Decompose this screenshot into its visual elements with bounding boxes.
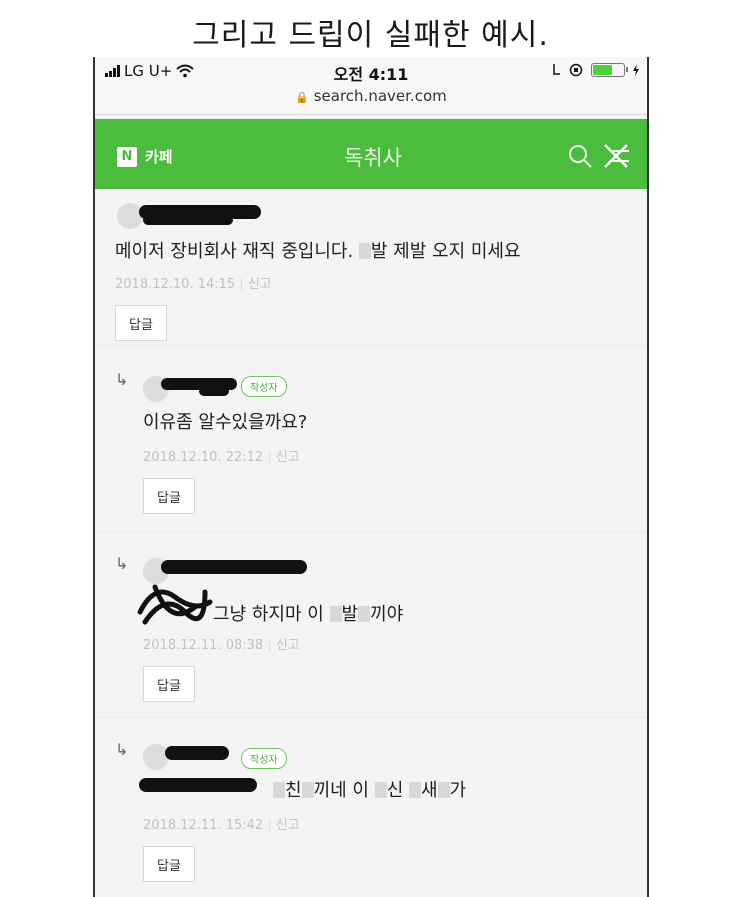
lock-icon: 🔒	[295, 91, 309, 104]
url-bar[interactable]: 🔒 search.naver.com	[95, 87, 647, 105]
search-icon[interactable]	[567, 143, 593, 169]
author-redaction	[165, 746, 229, 760]
reply-button[interactable]: 답글	[143, 666, 195, 702]
nav-icons	[567, 141, 631, 171]
comment-meta: 2018.12.11. 15:42 | 신고	[143, 818, 300, 833]
scribble-redaction	[137, 584, 213, 625]
comment-item: ↳ 작성자 친 끼네 이 신 새가 2018.12.11. 15:42 | 신고 …	[95, 718, 647, 897]
comment-text: 친 끼네 이 신 새가	[273, 776, 466, 802]
report-link[interactable]: 신고	[276, 818, 300, 833]
comment-item: ↳ 작성자 이유좀 알수있을까요? 2018.12.10. 22:12 | 신고…	[95, 346, 647, 532]
comment-item: 메이저 장비회사 재직 중입니다. 발 제발 오지 미세요 2018.12.10…	[95, 189, 647, 346]
close-icon[interactable]	[601, 141, 631, 171]
moon-icon	[553, 64, 560, 75]
status-bar: LG U+ 오전 4:11 🔒 search.naver.com	[95, 57, 647, 115]
report-link[interactable]: 신고	[276, 638, 300, 653]
reply-button[interactable]: 답글	[143, 846, 195, 882]
author-redaction	[143, 215, 233, 225]
charging-icon	[633, 64, 639, 76]
author-redaction	[139, 778, 257, 792]
censor-block	[358, 243, 371, 259]
battery-fill	[593, 65, 612, 75]
comment-date: 2018.12.10. 22:12	[143, 450, 264, 465]
caption: 그리고 드립이 실패한 예시.	[192, 18, 549, 53]
comment-date: 2018.12.11. 08:38	[143, 638, 264, 653]
author-badge: 작성자	[241, 376, 287, 397]
comment-text: 메이저 장비회사 재직 중입니다. 발 제발 오지 미세요	[115, 241, 521, 262]
report-link[interactable]: 신고	[276, 450, 300, 465]
battery-icon	[591, 63, 628, 77]
report-link[interactable]: 신고	[248, 277, 272, 292]
censor-block	[273, 782, 285, 798]
comment-date: 2018.12.10. 14:15	[115, 277, 236, 292]
comment-item: ↳ 그냥 하지마 이 발 끼야 2018.12.11. 08:38 | 신고 답글	[95, 532, 647, 718]
avatar	[143, 744, 169, 770]
reply-button[interactable]: 답글	[143, 478, 195, 514]
reply-arrow-icon: ↳	[115, 554, 129, 573]
censor-block	[437, 782, 450, 798]
phone-screen: LG U+ 오전 4:11 🔒 search.naver.com N 카페 독취	[93, 57, 649, 897]
status-icons	[551, 63, 639, 77]
censor-block	[329, 606, 342, 622]
cafe-title: 독취사	[344, 146, 402, 170]
author-badge: 작성자	[241, 748, 287, 769]
comment-text: 이유좀 알수있을까요?	[143, 412, 308, 433]
author-redaction	[199, 386, 229, 396]
comment-text: 그냥 하지마 이 발 끼야	[213, 604, 404, 625]
rotation-lock-icon	[569, 63, 583, 77]
cafe-navbar: N 카페 독취사	[95, 119, 647, 189]
reply-arrow-icon: ↳	[115, 370, 129, 389]
comment-date: 2018.12.11. 15:42	[143, 818, 264, 833]
url-text: search.naver.com	[313, 87, 447, 105]
comment-meta: 2018.12.11. 08:38 | 신고	[143, 638, 300, 653]
censor-block	[301, 782, 314, 798]
reply-arrow-icon: ↳	[115, 740, 129, 759]
avatar	[117, 203, 143, 229]
comment-list: 메이저 장비회사 재직 중입니다. 발 제발 오지 미세요 2018.12.10…	[95, 189, 647, 897]
comment-meta: 2018.12.10. 22:12 | 신고	[143, 450, 300, 465]
censor-block	[358, 606, 371, 622]
censor-block	[374, 782, 387, 798]
reply-button[interactable]: 답글	[115, 305, 167, 341]
comment-meta: 2018.12.10. 14:15 | 신고	[115, 277, 272, 292]
censor-block	[408, 782, 421, 798]
